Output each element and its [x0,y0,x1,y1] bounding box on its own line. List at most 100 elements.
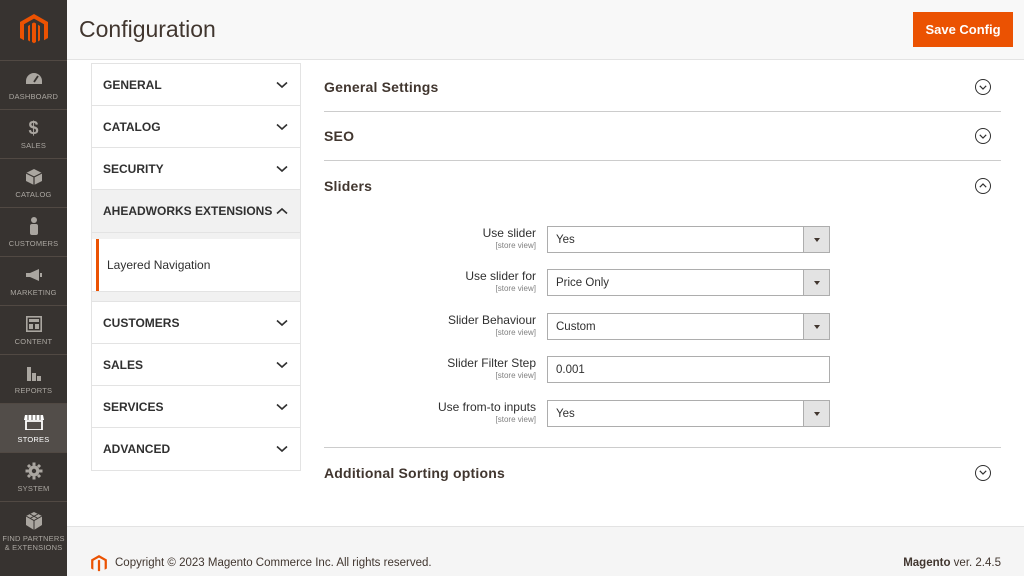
field-label: Use slider [store view] [483,226,536,250]
tab-customers[interactable]: CUSTOMERS [92,302,300,344]
layout-icon [24,314,44,334]
field-slider-filter-step: Slider Filter Step [store view] 0.001 [324,356,1001,384]
field-label-text: Slider Filter Step [447,356,536,370]
input-value: 0.001 [556,364,585,376]
nav-label: CATALOG [15,190,52,199]
version-brand: Magento [903,557,951,569]
tab-catalog[interactable]: CATALOG [92,106,300,148]
dollar-icon: $ [28,117,39,138]
tab-services[interactable]: SERVICES [92,386,300,428]
slider-behaviour-select[interactable]: Custom [547,313,830,340]
megaphone-icon [24,265,44,285]
bar-chart-icon [24,363,44,383]
tab-item-label: Layered Navigation [107,258,211,272]
field-scope: [store view] [495,371,536,380]
nav-system[interactable]: SYSTEM [0,452,67,501]
section-title: Sliders [324,177,373,194]
expand-circle-icon [975,79,991,95]
field-use-slider: Use slider [store view] Yes [324,226,1001,254]
tab-label: GENERAL [103,77,162,92]
section-sliders[interactable]: Sliders [324,161,1001,210]
box-icon [24,167,44,187]
magento-logo[interactable] [0,0,67,60]
use-slider-select[interactable]: Yes [547,226,830,253]
section-seo[interactable]: SEO [324,112,1001,161]
field-scope: [store view] [495,284,536,293]
tab-label: CATALOG [103,119,161,134]
sliders-fieldset: Use slider [store view] Yes Use slider f… [324,210,1001,448]
slider-filter-step-input[interactable]: 0.001 [547,356,830,383]
section-title: SEO [324,128,355,144]
chevron-down-icon [276,403,288,410]
nav-label: SYSTEM [17,484,50,493]
chevron-down-icon [276,165,288,172]
field-scope: [store view] [495,328,536,337]
nav-label: MARKETING [10,288,57,297]
dropdown-arrow-icon [803,227,829,252]
version-info: Magento ver. 2.4.5 [903,557,1001,569]
tab-advanced[interactable]: ADVANCED [92,428,300,470]
chevron-down-icon [276,123,288,130]
cubes-icon [24,511,44,531]
admin-sidebar: DASHBOARD $ SALES CATALOG CUSTOMERS MARK… [0,0,67,576]
tab-label: AHEADWORKS EXTENSIONS [103,204,273,218]
field-label: Slider Filter Step [store view] [447,356,536,380]
field-label-text: Use slider [482,226,536,240]
field-scope: [store view] [495,415,536,424]
section-title: Additional Sorting options [324,464,505,481]
field-label: Use slider for [store view] [465,269,536,293]
tab-label: SALES [103,357,144,372]
collapse-circle-icon [975,177,991,194]
nav-catalog[interactable]: CATALOG [0,158,67,207]
field-label-text: Use from-to inputs [437,400,536,414]
nav-marketing[interactable]: MARKETING [0,256,67,305]
nav-find-partners[interactable]: FIND PARTNERS & EXTENSIONS [0,501,67,561]
nav-customers[interactable]: CUSTOMERS [0,207,67,256]
config-main: General Settings SEO Sliders Use slider … [324,63,1001,497]
config-tabs: GENERAL CATALOG SECURITY AHEADWORKS EXTE… [91,63,301,471]
tab-label: SERVICES [103,399,164,414]
nav-dashboard[interactable]: DASHBOARD [0,60,67,109]
nav-label: STORES [17,435,50,444]
tab-label: ADVANCED [103,442,171,456]
field-label-text: Use slider for [465,269,536,283]
chevron-up-icon [276,207,288,215]
tab-item-layered-navigation[interactable]: Layered Navigation [92,239,300,292]
use-slider-for-select[interactable]: Price Only [547,269,830,296]
chevron-down-icon [276,81,288,88]
version-number: ver. 2.4.5 [950,557,1001,569]
tab-security[interactable]: SECURITY [92,148,300,190]
nav-sales[interactable]: $ SALES [0,109,67,158]
nav-content[interactable]: CONTENT [0,305,67,354]
nav-label: REPORTS [14,386,53,395]
magento-logo-icon [19,14,48,44]
nav-stores[interactable]: STORES [0,403,67,452]
section-general-settings[interactable]: General Settings [324,63,1001,112]
page-footer: Copyright © 2023 Magento Commerce Inc. A… [67,526,1024,576]
nav-reports[interactable]: REPORTS [0,354,67,403]
nav-label: DASHBOARD [8,92,59,101]
section-additional-sorting[interactable]: Additional Sorting options [324,448,1001,497]
field-scope: [store view] [495,241,536,250]
field-slider-behaviour: Slider Behaviour [store view] Custom [324,313,1001,341]
dropdown-arrow-icon [803,270,829,295]
page-header: Configuration Save Config [67,0,1024,60]
expand-circle-icon [975,128,991,144]
tab-label: CUSTOMERS [103,315,180,330]
save-config-button[interactable]: Save Config [913,12,1013,47]
copyright-text: Copyright © 2023 Magento Commerce Inc. A… [115,557,432,569]
tab-sales[interactable]: SALES [92,344,300,386]
nav-label: SALES [20,141,47,150]
tab-aheadworks-extensions[interactable]: AHEADWORKS EXTENSIONS [92,190,300,233]
nav-label: CONTENT [14,337,53,346]
chevron-down-icon [276,361,288,368]
storefront-icon [23,412,44,432]
select-value: Yes [556,408,575,420]
chevron-down-icon [276,445,288,453]
expand-circle-icon [975,464,991,481]
tab-general[interactable]: GENERAL [92,64,300,106]
select-value: Price Only [556,277,610,289]
section-title: General Settings [324,79,439,95]
speedometer-icon [24,69,44,89]
use-from-to-inputs-select[interactable]: Yes [547,400,830,427]
